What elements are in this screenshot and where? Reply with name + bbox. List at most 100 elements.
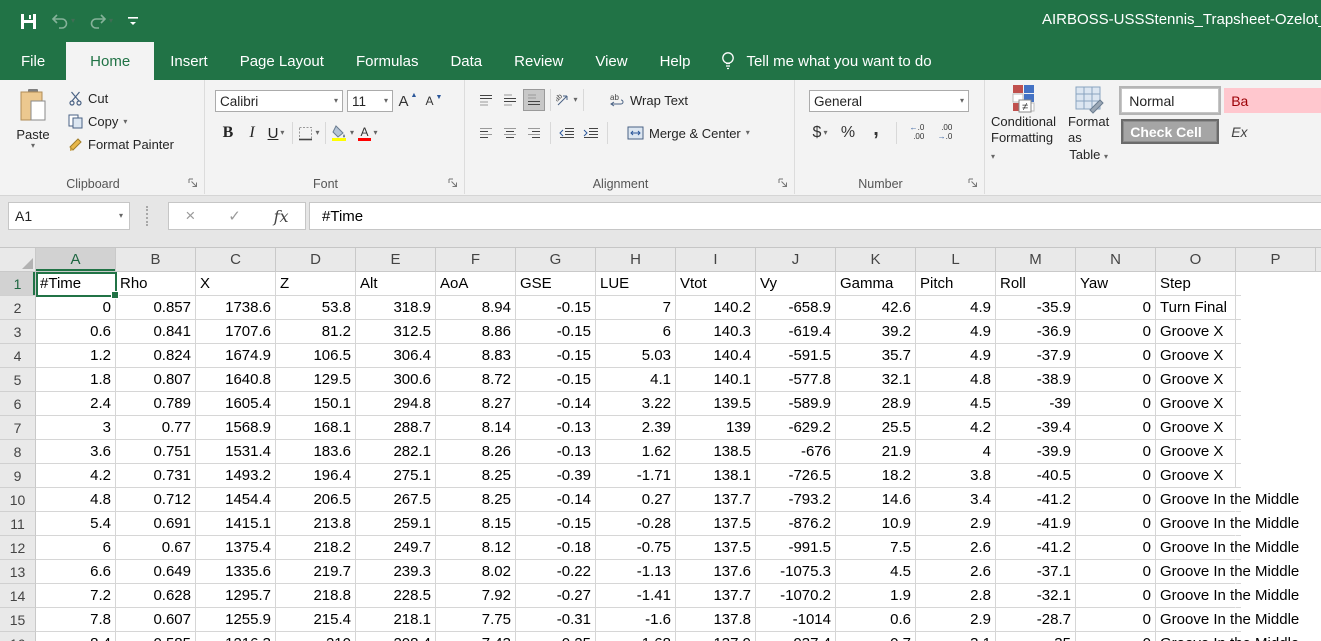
cell-F6[interactable]: 8.27	[436, 392, 516, 416]
cell-D7[interactable]: 168.1	[276, 416, 356, 440]
cell-H16[interactable]: -1.68	[596, 632, 676, 641]
cell-I10[interactable]: 137.7	[676, 488, 756, 512]
cell-G15[interactable]: -0.31	[516, 608, 596, 632]
cell-N3[interactable]: 0	[1076, 320, 1156, 344]
column-header-M[interactable]: M	[996, 248, 1076, 272]
cell-A5[interactable]: 1.8	[36, 368, 116, 392]
cell-N5[interactable]: 0	[1076, 368, 1156, 392]
cell-L15[interactable]: 2.9	[916, 608, 996, 632]
insert-function-icon[interactable]: fx	[274, 207, 289, 226]
cell-O10[interactable]: Groove In the Middle	[1156, 488, 1236, 512]
cell-A13[interactable]: 6.6	[36, 560, 116, 584]
cell-B9[interactable]: 0.731	[116, 464, 196, 488]
cell-E13[interactable]: 239.3	[356, 560, 436, 584]
cell-O4[interactable]: Groove X	[1156, 344, 1236, 368]
row-header-6[interactable]: 6	[0, 392, 36, 416]
cell-K5[interactable]: 32.1	[836, 368, 916, 392]
cell-M15[interactable]: -28.7	[996, 608, 1076, 632]
cell-E1[interactable]: Alt	[356, 272, 436, 296]
cell-C12[interactable]: 1375.4	[196, 536, 276, 560]
column-header-B[interactable]: B	[116, 248, 196, 272]
column-header-F[interactable]: F	[436, 248, 516, 272]
row-header-1[interactable]: 1	[0, 272, 36, 296]
cell-J16[interactable]: -937.4	[756, 632, 836, 641]
cell-D9[interactable]: 196.4	[276, 464, 356, 488]
cell-K2[interactable]: 42.6	[836, 296, 916, 320]
cell-E7[interactable]: 288.7	[356, 416, 436, 440]
cell-J15[interactable]: -1014	[756, 608, 836, 632]
row-header-10[interactable]: 10	[0, 488, 36, 512]
cell-I3[interactable]: 140.3	[676, 320, 756, 344]
cell-D3[interactable]: 81.2	[276, 320, 356, 344]
cell-K9[interactable]: 18.2	[836, 464, 916, 488]
cell-H10[interactable]: 0.27	[596, 488, 676, 512]
cell-F8[interactable]: 8.26	[436, 440, 516, 464]
cell-K16[interactable]: 0.7	[836, 632, 916, 641]
tab-help[interactable]: Help	[644, 42, 707, 80]
cell-L6[interactable]: 4.5	[916, 392, 996, 416]
cell-K8[interactable]: 21.9	[836, 440, 916, 464]
row-header-16[interactable]: 16	[0, 632, 36, 641]
column-header-I[interactable]: I	[676, 248, 756, 272]
comma-style-button[interactable]: ,	[865, 122, 887, 144]
cell-L5[interactable]: 4.8	[916, 368, 996, 392]
cell-D13[interactable]: 219.7	[276, 560, 356, 584]
font-size-combo[interactable]: 11 ▾	[347, 90, 393, 112]
merge-center-button[interactable]: Merge & Center ▾	[623, 124, 754, 143]
cell-I6[interactable]: 139.5	[676, 392, 756, 416]
formula-bar-resize-handle[interactable]	[146, 206, 151, 226]
cell-J5[interactable]: -577.8	[756, 368, 836, 392]
cell-B11[interactable]: 0.691	[116, 512, 196, 536]
cell-I1[interactable]: Vtot	[676, 272, 756, 296]
cell-M3[interactable]: -36.9	[996, 320, 1076, 344]
cell-F3[interactable]: 8.86	[436, 320, 516, 344]
cell-O1[interactable]: Step	[1156, 272, 1236, 296]
cell-O8[interactable]: Groove X	[1156, 440, 1236, 464]
cell-F4[interactable]: 8.83	[436, 344, 516, 368]
cell-M6[interactable]: -39	[996, 392, 1076, 416]
cell-K14[interactable]: 1.9	[836, 584, 916, 608]
cell-B2[interactable]: 0.857	[116, 296, 196, 320]
cell-M1[interactable]: Roll	[996, 272, 1076, 296]
cell-L13[interactable]: 2.6	[916, 560, 996, 584]
decrease-decimal-button[interactable]: .00→.0	[934, 122, 956, 144]
decrease-font-size-button[interactable]: A▼	[423, 90, 445, 112]
cell-O6[interactable]: Groove X	[1156, 392, 1236, 416]
cell-I4[interactable]: 140.4	[676, 344, 756, 368]
tab-home[interactable]: Home	[66, 42, 154, 80]
middle-align-button[interactable]	[499, 89, 521, 111]
cell-F15[interactable]: 7.75	[436, 608, 516, 632]
cell-F11[interactable]: 8.15	[436, 512, 516, 536]
cell-N15[interactable]: 0	[1076, 608, 1156, 632]
cell-E12[interactable]: 249.7	[356, 536, 436, 560]
cell-H15[interactable]: -1.6	[596, 608, 676, 632]
column-header-L[interactable]: L	[916, 248, 996, 272]
cell-N12[interactable]: 0	[1076, 536, 1156, 560]
cell-F7[interactable]: 8.14	[436, 416, 516, 440]
cell-E8[interactable]: 282.1	[356, 440, 436, 464]
cell-B13[interactable]: 0.649	[116, 560, 196, 584]
cell-A8[interactable]: 3.6	[36, 440, 116, 464]
orientation-button[interactable]: ab ▾	[556, 89, 578, 111]
cell-D15[interactable]: 215.4	[276, 608, 356, 632]
number-format-combo[interactable]: General ▾	[809, 90, 969, 112]
cell-O2[interactable]: Turn Final	[1156, 296, 1236, 320]
column-header-N[interactable]: N	[1076, 248, 1156, 272]
cell-E16[interactable]: 208.4	[356, 632, 436, 641]
cell-J4[interactable]: -591.5	[756, 344, 836, 368]
column-header-G[interactable]: G	[516, 248, 596, 272]
cell-O15[interactable]: Groove In the Middle	[1156, 608, 1236, 632]
column-header-J[interactable]: J	[756, 248, 836, 272]
row-header-13[interactable]: 13	[0, 560, 36, 584]
cell-I8[interactable]: 138.5	[676, 440, 756, 464]
cell-M9[interactable]: -40.5	[996, 464, 1076, 488]
cell-N11[interactable]: 0	[1076, 512, 1156, 536]
select-all-button[interactable]	[0, 248, 36, 272]
cell-H5[interactable]: 4.1	[596, 368, 676, 392]
cell-M11[interactable]: -41.9	[996, 512, 1076, 536]
cell-H14[interactable]: -1.41	[596, 584, 676, 608]
tab-page-layout[interactable]: Page Layout	[224, 42, 340, 80]
alignment-dialog-launcher[interactable]	[777, 177, 790, 190]
cell-G7[interactable]: -0.13	[516, 416, 596, 440]
cell-O5[interactable]: Groove X	[1156, 368, 1236, 392]
